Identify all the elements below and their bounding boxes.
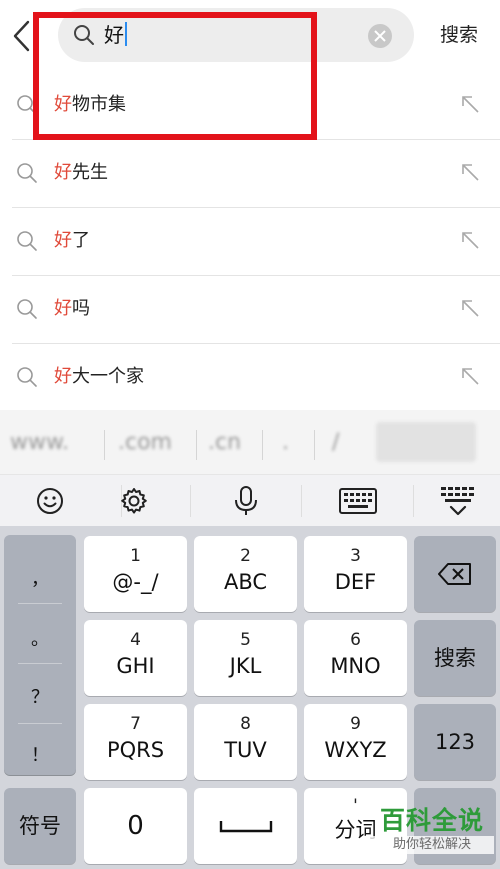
key-letters: @-_/	[112, 570, 159, 594]
key-number: 6	[350, 630, 361, 650]
key-6[interactable]: 6 MNO	[304, 620, 407, 696]
key-number: 0	[127, 811, 144, 841]
number-mode-label: 123	[434, 730, 476, 754]
key-number: 8	[240, 714, 251, 734]
symbol-column: ， 。 ？ ！	[4, 535, 76, 775]
quick-input-slash[interactable]: /	[332, 430, 339, 455]
suggestion-item[interactable]: 好了	[0, 208, 500, 276]
divider	[190, 485, 191, 517]
quick-input-www[interactable]: www.	[10, 430, 69, 455]
key-number: 7	[130, 714, 141, 734]
symbol-key-comma[interactable]: ，	[4, 565, 76, 591]
key-3[interactable]: 3 DEF	[304, 536, 407, 612]
voice-input-button[interactable]	[196, 475, 302, 527]
watermark-logo: 百科全说 助你轻松解决	[370, 806, 494, 864]
divider	[262, 430, 263, 460]
quick-input-com[interactable]: .com	[118, 430, 172, 455]
key-7[interactable]: 7 PQRS	[84, 704, 187, 780]
backspace-icon	[438, 563, 472, 589]
search-icon	[16, 298, 38, 320]
fill-query-arrow-icon[interactable]	[460, 230, 480, 250]
key-8[interactable]: 8 TUV	[194, 704, 297, 780]
key-letters: JKL	[229, 654, 262, 678]
key-number: 9	[350, 714, 361, 734]
suggestion-text: 好了	[54, 230, 90, 251]
watermark-subtitle: 助你轻松解决	[370, 836, 494, 854]
key-0[interactable]: 0	[84, 788, 187, 864]
suggestion-text: 好先生	[54, 162, 108, 183]
key-letters: TUV	[224, 738, 267, 762]
space-icon	[219, 818, 273, 837]
suggestion-text: 好吗	[54, 298, 90, 319]
divider	[104, 430, 105, 460]
key-letters: ABC	[223, 570, 268, 594]
space-key[interactable]	[194, 788, 297, 864]
key-letters: MNO	[330, 654, 381, 678]
symbol-key-exclaim[interactable]: ！	[4, 741, 76, 767]
suggestion-item[interactable]: 好先生	[0, 140, 500, 208]
symbol-key-question[interactable]: ？	[4, 683, 76, 709]
key-number: 3	[350, 546, 361, 566]
suggestion-item[interactable]: 好大一个家	[0, 344, 500, 412]
keyboard-toolbar	[0, 474, 500, 526]
quick-input-dot[interactable]: .	[282, 430, 289, 455]
key-letters: GHI	[116, 654, 155, 678]
keyboard-switch-button[interactable]	[308, 475, 414, 527]
quick-input-more-button[interactable]	[376, 422, 476, 462]
quick-input-strip: www. .com .cn . /	[0, 410, 500, 474]
key-2[interactable]: 2 ABC	[194, 536, 297, 612]
symbol-key-label: 符号	[19, 814, 61, 838]
fill-query-arrow-icon[interactable]	[460, 94, 480, 114]
search-icon	[16, 162, 38, 184]
backspace-key[interactable]	[414, 536, 496, 612]
quick-input-cn[interactable]: .cn	[208, 430, 241, 455]
collapse-keyboard-button[interactable]	[408, 475, 500, 527]
symbol-key[interactable]: 符号	[4, 788, 76, 864]
search-icon	[16, 366, 38, 388]
search-button[interactable]: 搜索	[440, 20, 478, 47]
key-letters: PQRS	[106, 738, 165, 762]
fill-query-arrow-icon[interactable]	[460, 298, 480, 318]
key-1[interactable]: 1 @-_/	[84, 536, 187, 612]
key-9[interactable]: 9 WXYZ	[304, 704, 407, 780]
watermark-title: 百科全说	[379, 806, 484, 835]
suggestion-item[interactable]: 好吗	[0, 276, 500, 344]
fill-query-arrow-icon[interactable]	[460, 366, 480, 386]
divider	[18, 603, 62, 604]
divider	[314, 430, 315, 460]
key-number: 2	[240, 546, 251, 566]
key-4[interactable]: 4 GHI	[84, 620, 187, 696]
search-key-label: 搜索	[434, 646, 476, 670]
clear-icon[interactable]	[368, 24, 392, 48]
key-number: 5	[240, 630, 251, 650]
divider	[196, 430, 197, 460]
key-letters: WXYZ	[324, 738, 387, 762]
key-letters: DEF	[334, 570, 377, 594]
key-number: 1	[130, 546, 141, 566]
divider	[18, 723, 62, 724]
search-key[interactable]: 搜索	[414, 620, 496, 696]
fill-query-arrow-icon[interactable]	[460, 162, 480, 182]
settings-button[interactable]	[84, 475, 191, 527]
symbol-key-period[interactable]: 。	[4, 625, 76, 651]
divider	[18, 663, 62, 664]
key-5[interactable]: 5 JKL	[194, 620, 297, 696]
key-number: 4	[130, 630, 141, 650]
search-icon	[16, 230, 38, 252]
suggestion-text: 好大一个家	[54, 366, 144, 387]
annotation-highlight-box	[33, 12, 317, 140]
number-mode-key[interactable]: 123	[414, 704, 496, 780]
divider	[301, 485, 302, 517]
